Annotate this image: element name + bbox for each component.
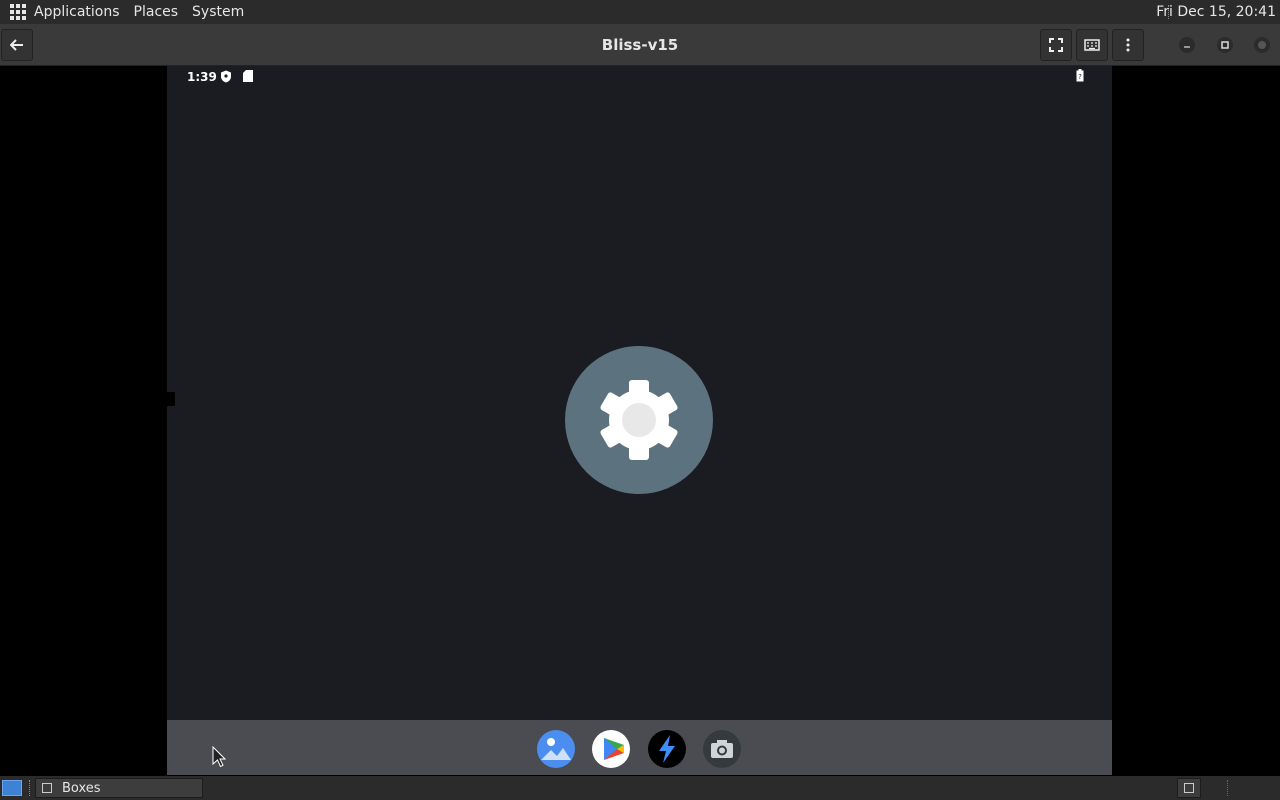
- maximize-icon: [1221, 41, 1229, 49]
- battery-icon: ?: [1076, 69, 1084, 82]
- gallery-icon[interactable]: [537, 730, 575, 768]
- clock[interactable]: Fri Dec 15, 20:41: [1156, 4, 1276, 20]
- vm-display[interactable]: 1:39 ?: [167, 66, 1112, 775]
- taskbar-handle[interactable]: [29, 780, 32, 796]
- more-options-button[interactable]: [1112, 29, 1144, 61]
- tray-separator: [1227, 780, 1229, 796]
- sd-card-icon: [243, 70, 253, 82]
- flash-icon[interactable]: [648, 730, 686, 768]
- header-bar: Bliss-v15: [0, 24, 1280, 66]
- close-button[interactable]: [1254, 37, 1270, 53]
- menu-applications[interactable]: Applications: [34, 4, 120, 20]
- svg-text:?: ?: [1078, 73, 1082, 81]
- maximize-button[interactable]: [1217, 37, 1233, 53]
- fullscreen-button[interactable]: [1040, 29, 1072, 61]
- close-icon: [1258, 41, 1266, 49]
- top-panel: Applications Places System Fri Dec 15, 2…: [0, 0, 1280, 24]
- play-store-icon[interactable]: [592, 730, 630, 768]
- camera-icon[interactable]: [703, 730, 741, 768]
- gear-icon: [600, 380, 678, 460]
- taskbar-item-label: Boxes: [62, 780, 101, 796]
- android-status-time: 1:39: [187, 70, 217, 84]
- keyboard-icon: [1084, 39, 1100, 51]
- show-desktop-button[interactable]: [2, 780, 22, 796]
- android-dock: [167, 720, 1112, 775]
- mouse-cursor-icon: [212, 746, 226, 768]
- bottom-taskbar: Boxes: [0, 776, 1280, 800]
- minimize-button[interactable]: [1179, 37, 1195, 53]
- fullscreen-icon: [1049, 38, 1063, 52]
- taskbar-item-boxes[interactable]: Boxes: [35, 778, 203, 798]
- keyboard-button[interactable]: [1076, 29, 1108, 61]
- menu-system[interactable]: System: [192, 4, 244, 20]
- kebab-menu-icon: [1126, 38, 1130, 52]
- minimize-icon: [1184, 46, 1190, 48]
- menu-places[interactable]: Places: [134, 4, 179, 20]
- boxes-app-icon: [42, 783, 52, 793]
- shield-icon: [221, 70, 231, 83]
- tray-boxes-icon[interactable]: [1177, 778, 1201, 798]
- settings-app-icon[interactable]: [565, 346, 713, 494]
- side-notch: [167, 392, 175, 406]
- apps-grid-icon[interactable]: [10, 4, 26, 20]
